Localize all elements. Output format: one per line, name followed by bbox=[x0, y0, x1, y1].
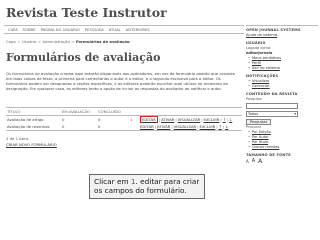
font-size-controls: A A A bbox=[246, 159, 318, 165]
page-description: Os formulários de avaliação criados aqui… bbox=[6, 71, 235, 91]
breadcrumb-separator: > bbox=[71, 39, 75, 44]
header-title: TÍTULO bbox=[7, 109, 21, 114]
nav-item-capa[interactable]: CAPA bbox=[8, 28, 18, 32]
breadcrumb-capa[interactable]: Capa bbox=[6, 39, 16, 44]
breadcrumb: Capa > Usuário > Administração > Formulários d… bbox=[6, 39, 130, 44]
table-rule bbox=[6, 130, 242, 131]
help-link[interactable]: Ajuda do sistema bbox=[246, 33, 318, 38]
form-in-review: 0 bbox=[62, 124, 65, 129]
font-large-icon[interactable]: A bbox=[258, 159, 262, 165]
callout-prefix: Clicar em bbox=[94, 177, 131, 186]
preview-link[interactable]: VISUALIZAR bbox=[174, 124, 197, 129]
form-title: Avaliação de artigo bbox=[7, 117, 44, 122]
font-medium-icon[interactable]: A bbox=[252, 159, 255, 164]
font-size-heading: TAMANHO DE FONTE bbox=[246, 153, 291, 157]
header-done: CONCLUÍDO bbox=[98, 109, 121, 114]
header-in-review: EM AVALIAÇÃO bbox=[62, 109, 91, 114]
nav-item-anteriores[interactable]: ANTERIORES bbox=[126, 28, 150, 32]
table-header: TÍTULO EM AVALIAÇÃO CONCLUÍDO bbox=[6, 108, 242, 115]
form-completed: 0 bbox=[98, 117, 101, 122]
move-down-link[interactable]: ↓ bbox=[225, 124, 228, 129]
pager: 2 de 1 itens bbox=[6, 136, 29, 141]
nav-item-sobre[interactable]: SOBRE bbox=[23, 28, 36, 32]
page: Revista Teste Instrutor CAPA SOBRE PÁGIN… bbox=[0, 0, 320, 240]
activate-link[interactable]: ATIVAR bbox=[161, 117, 174, 122]
move-up-link[interactable]: ↑ bbox=[223, 117, 226, 122]
create-form-link[interactable]: CRIAR NOVO FORMULÁRIO bbox=[6, 142, 57, 147]
search-label: Pesquisa bbox=[246, 97, 262, 101]
nav-item-pesquisa[interactable]: PESQUISA bbox=[85, 28, 104, 32]
journal-title[interactable]: Revista Teste Instrutor bbox=[6, 5, 167, 20]
table-row: Avaliação de resenhas 0 0 EDITAR|ATIVAR|… bbox=[6, 123, 242, 130]
search-scope-select[interactable]: Todos ▾ bbox=[246, 111, 298, 117]
right-sidebar: OPEN JOURNAL SYSTEMS Ajuda do sistema US… bbox=[246, 25, 318, 237]
nav-item-user-page[interactable]: PÁGINA DO USUÁRIO bbox=[41, 28, 80, 32]
breadcrumb-usuario[interactable]: Usuário bbox=[22, 39, 36, 44]
preview-link[interactable]: VISUALIZAR bbox=[178, 117, 201, 122]
other-journals-link[interactable]: Outras revistas bbox=[246, 145, 318, 150]
breadcrumb-separator: > bbox=[17, 39, 21, 44]
row-actions: EDITAR|ATIVAR|VISUALIZAR|EXCLUIR|↑|↓ bbox=[140, 116, 233, 123]
activate-link[interactable]: ATIVAR bbox=[157, 124, 170, 129]
step-number: 1 bbox=[130, 117, 133, 122]
breadcrumb-admin[interactable]: Administração bbox=[43, 39, 70, 44]
page-title: Formulários de avaliação bbox=[6, 51, 161, 64]
form-completed: 0 bbox=[98, 124, 101, 129]
search-scope-value: Todos bbox=[248, 111, 259, 116]
manage-notifications-link[interactable]: Gerenciar bbox=[246, 84, 318, 89]
edit-link[interactable]: EDITAR bbox=[140, 124, 154, 129]
delete-link[interactable]: EXCLUIR bbox=[199, 124, 215, 129]
breadcrumb-current[interactable]: Formulários de avaliação bbox=[76, 39, 130, 44]
delete-link[interactable]: EXCLUIR bbox=[203, 117, 219, 122]
search-input[interactable] bbox=[246, 103, 298, 109]
font-small-icon[interactable]: A bbox=[246, 159, 249, 164]
breadcrumb-separator: > bbox=[37, 39, 42, 44]
sidebar-rule bbox=[246, 25, 318, 26]
table-row: Avaliação de artigo 0 0 1 EDITAR |ATIVAR|… bbox=[6, 116, 242, 123]
row-actions: EDITAR|ATIVAR|VISUALIZAR|EXCLUIR|↑|↓ bbox=[140, 124, 229, 129]
form-in-review: 0 bbox=[62, 117, 65, 122]
chevron-down-icon: ▾ bbox=[294, 111, 296, 116]
form-title: Avaliação de resenhas bbox=[7, 124, 50, 129]
main-nav: CAPA SOBRE PÁGINA DO USUÁRIO PESQUISA AT… bbox=[4, 25, 244, 34]
nav-item-atual[interactable]: ATUAL bbox=[109, 28, 121, 32]
move-down-link[interactable]: ↓ bbox=[229, 117, 232, 122]
move-up-link[interactable]: ↑ bbox=[219, 124, 222, 129]
forms-table: TÍTULO EM AVALIAÇÃO CONCLUÍDO Avaliação … bbox=[6, 107, 242, 131]
edit-link[interactable]: EDITAR bbox=[140, 116, 158, 123]
instruction-callout: Clicar em 1. editar para criar os campos… bbox=[89, 174, 205, 199]
logout-link[interactable]: Sair do sistema bbox=[246, 66, 318, 71]
